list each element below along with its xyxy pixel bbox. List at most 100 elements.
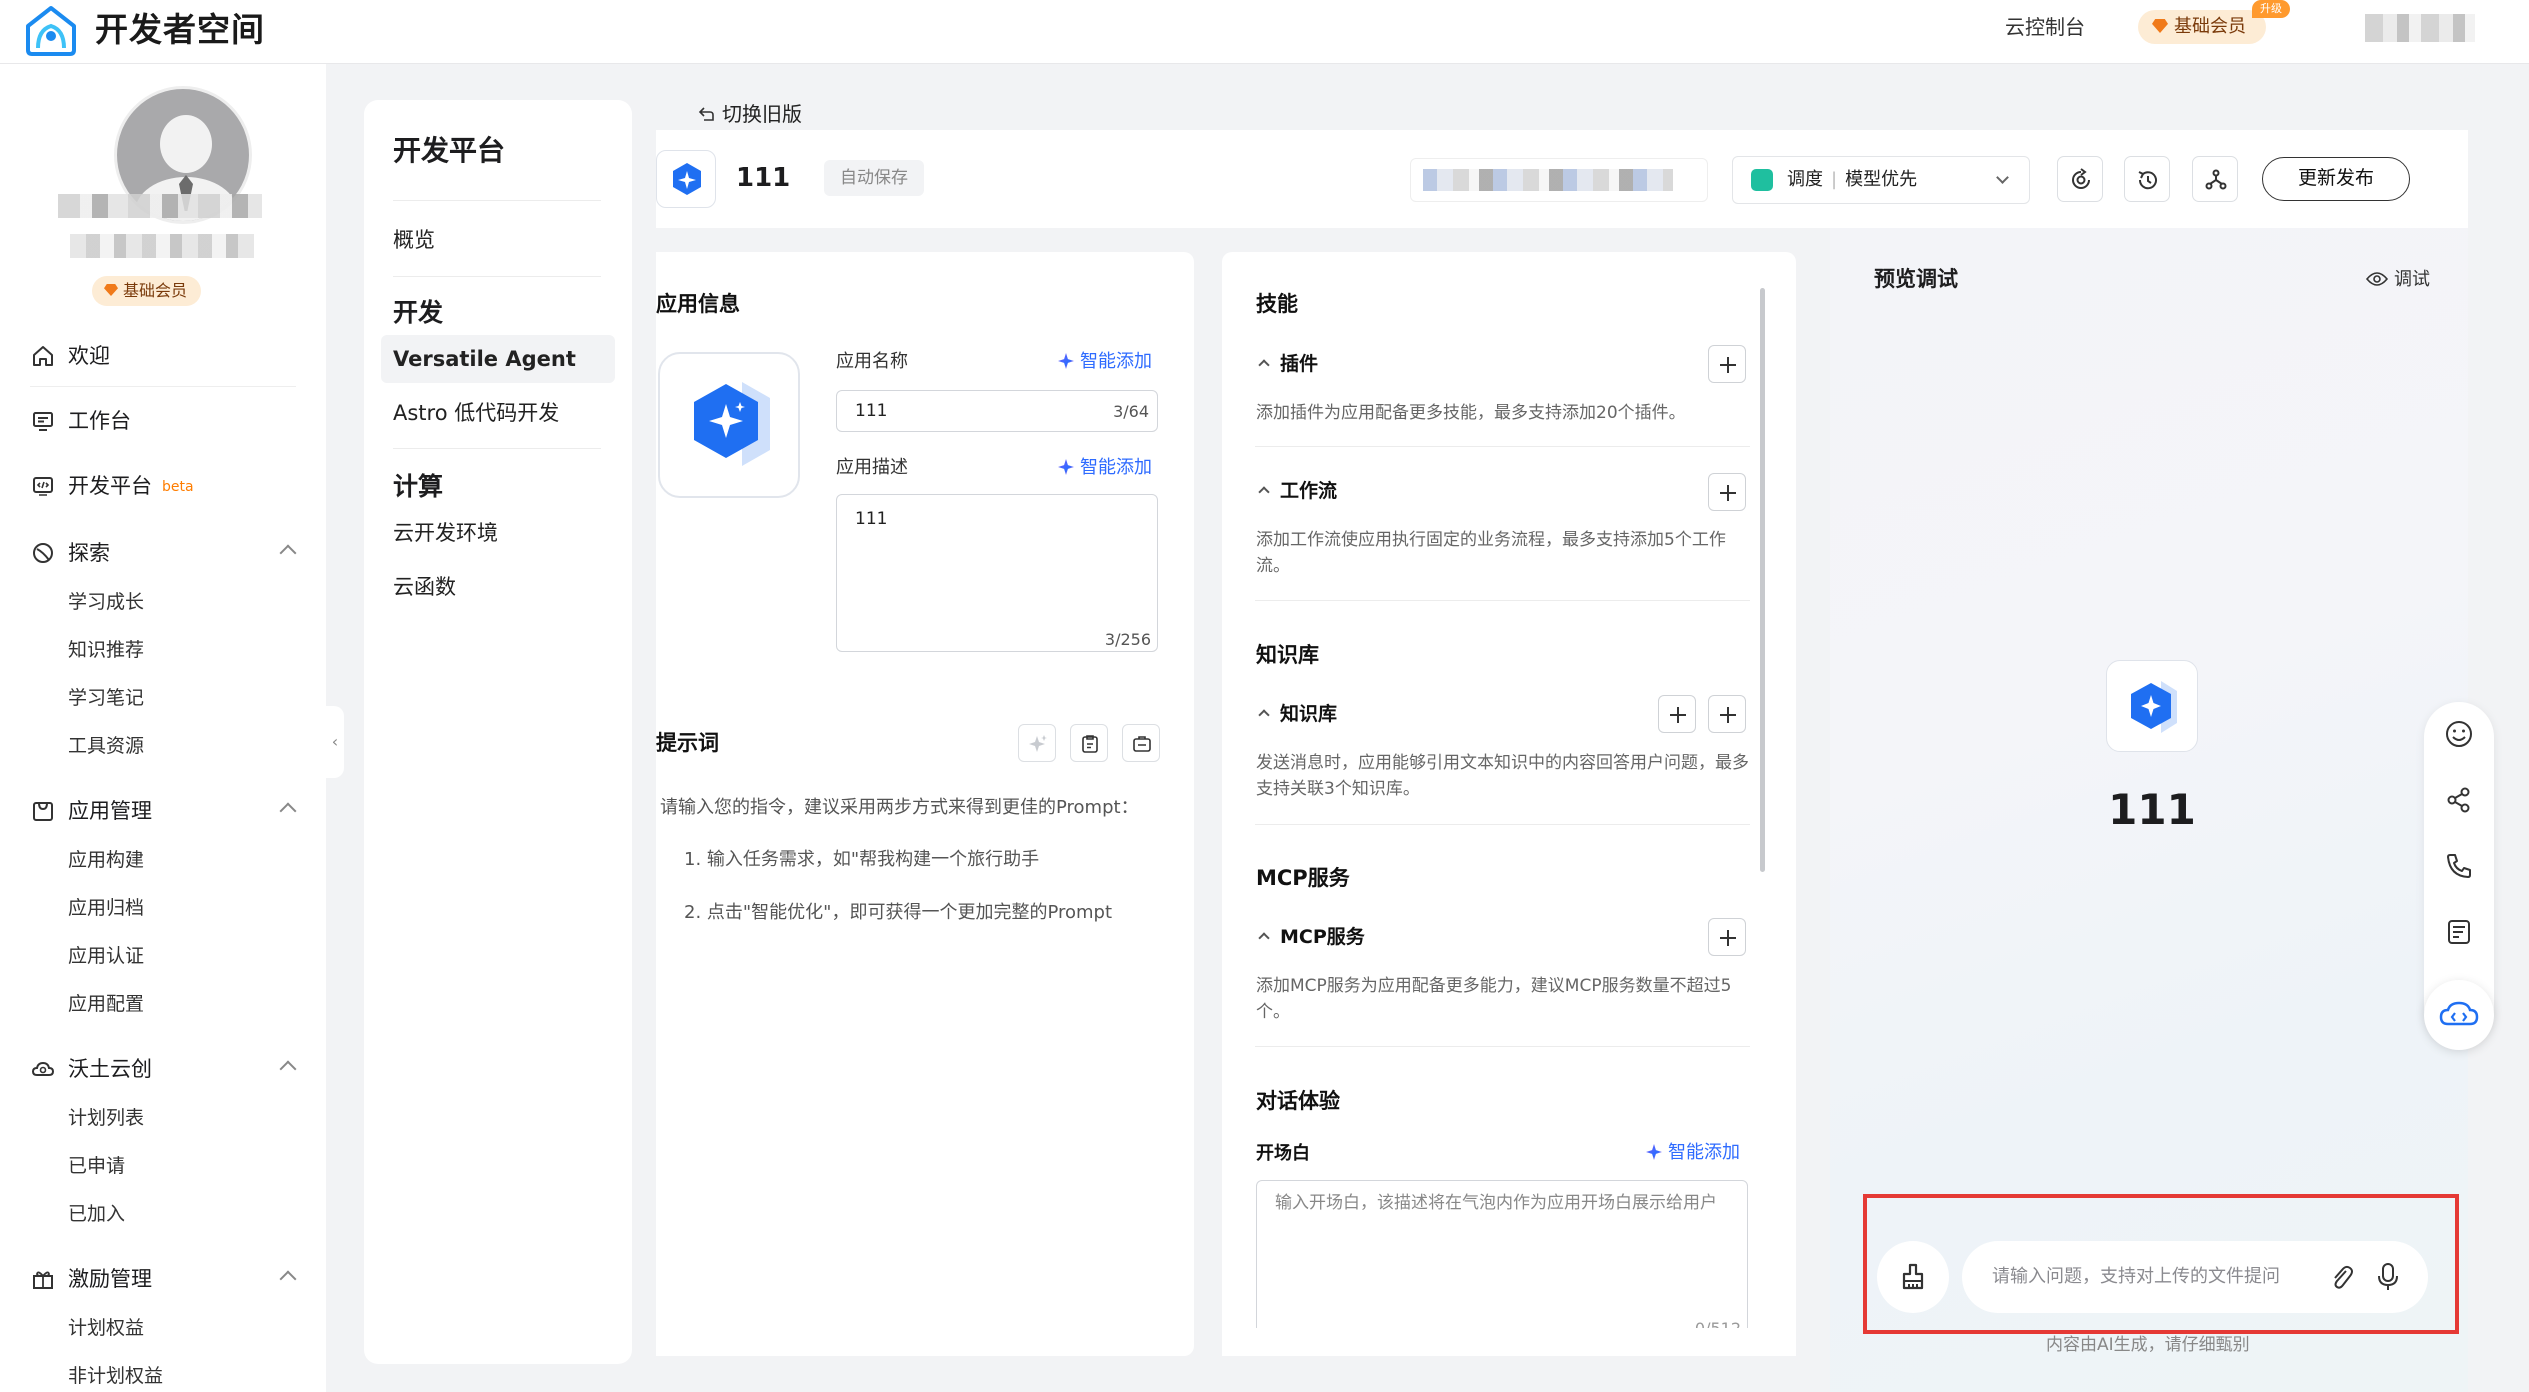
eye-icon	[2365, 272, 2389, 286]
brand-title[interactable]: 开发者空间	[95, 10, 265, 50]
sidebar-subitem[interactable]: 应用归档	[68, 890, 144, 926]
sidebar-group-incentive[interactable]: 激励管理	[30, 1259, 300, 1299]
member-badge[interactable]: 基础会员	[2138, 10, 2266, 44]
sidebar-subitem[interactable]: 计划权益	[68, 1310, 144, 1346]
sidebar-subitem[interactable]: 工具资源	[68, 728, 144, 764]
attachment-icon[interactable]	[2328, 1263, 2356, 1293]
add-plugin-button[interactable]	[1708, 345, 1746, 383]
share-icon[interactable]	[2441, 782, 2477, 818]
smile-icon[interactable]	[2441, 716, 2477, 752]
sidebar-item-welcome[interactable]: 欢迎	[30, 336, 300, 376]
model-selector-blurred[interactable]	[1410, 158, 1708, 202]
add-knowledge-button[interactable]	[1708, 695, 1746, 733]
switch-icon	[698, 107, 714, 121]
user-id-blurred	[70, 234, 254, 258]
knowledge-description: 发送消息时，应用能够引用文本知识中的内容回答用户问题，最多支持关联3个知识库。	[1256, 753, 1749, 799]
app-logo-icon	[673, 163, 701, 195]
mcp-section-toggle[interactable]: MCP服务	[1256, 922, 1365, 952]
app-icon[interactable]	[656, 150, 716, 208]
gift-icon	[33, 1271, 53, 1289]
sidebar-member-badge[interactable]: 基础会员	[92, 276, 202, 306]
sidebar-group-label: 沃土云创	[68, 1057, 152, 1081]
knowledge-section-toggle[interactable]: 知识库	[1256, 699, 1337, 729]
prompt-variable-button[interactable]	[1122, 724, 1160, 762]
logo-icon[interactable]	[24, 4, 78, 58]
dev-icon	[33, 477, 53, 496]
app-avatar-upload[interactable]	[658, 352, 800, 498]
divider	[393, 276, 601, 277]
sidebar-subitem[interactable]: 学习笔记	[68, 680, 144, 716]
chat-input-placeholder: 请输入问题，支持对上传的文件提问	[1992, 1266, 2280, 1287]
sidebar-subitem[interactable]: 应用构建	[68, 842, 144, 878]
app-name-input[interactable]: 111 3/64	[836, 390, 1158, 432]
sidebar-subitem[interactable]: 已申请	[68, 1148, 125, 1184]
app-name-counter: 3/64	[1113, 402, 1149, 421]
user-account-blurred[interactable]	[2365, 14, 2475, 42]
platform-nav-cloud-dev-env[interactable]: 云开发环境	[393, 515, 498, 551]
mode-label-a: 调度	[1787, 169, 1823, 190]
sidebar-subitem[interactable]: 计划列表	[68, 1100, 144, 1136]
sidebar-item-workbench[interactable]: 工作台	[30, 401, 300, 441]
chevron-up-icon[interactable]	[279, 1060, 297, 1078]
workflow-section-toggle[interactable]: 工作流	[1256, 476, 1337, 506]
smart-add-name-button[interactable]: 智能添加	[1058, 348, 1152, 376]
knowledge-settings-button[interactable]	[1658, 695, 1696, 733]
sidebar-item-label: 欢迎	[68, 344, 110, 368]
app-name-title: 111	[736, 163, 791, 193]
refresh-button[interactable]	[2057, 156, 2103, 202]
chevron-up-icon	[1258, 709, 1270, 721]
platform-nav-versatile-agent[interactable]: Versatile Agent	[393, 341, 576, 377]
sidebar-group-cloud[interactable]: 沃土云创	[30, 1049, 300, 1089]
sidebar-collapse-handle[interactable]: ‹	[326, 706, 344, 778]
chevron-up-icon[interactable]	[279, 544, 297, 562]
add-mcp-button[interactable]	[1708, 918, 1746, 956]
share-structure-button[interactable]	[2192, 156, 2238, 202]
platform-nav-overview[interactable]: 概览	[393, 222, 435, 258]
dialog-experience-title: 对话体验	[1256, 1089, 1340, 1113]
console-link[interactable]: 云控制台	[2005, 12, 2085, 42]
refresh-target-icon	[2072, 168, 2090, 189]
sidebar-subitem[interactable]: 应用配置	[68, 986, 144, 1022]
chevron-up-icon[interactable]	[279, 1270, 297, 1288]
platform-nav-title: 开发平台	[393, 134, 506, 167]
history-button[interactable]	[2124, 156, 2170, 202]
phone-icon[interactable]	[2441, 848, 2477, 884]
workflow-description: 添加工作流使应用执行固定的业务流程，最多支持添加5个工作流。	[1256, 530, 1726, 576]
platform-nav-dev-heading: 开发	[393, 298, 444, 327]
sidebar-subitem[interactable]: 应用认证	[68, 938, 144, 974]
smart-add-desc-button[interactable]: 智能添加	[1058, 454, 1152, 482]
cloud-code-button[interactable]	[2424, 980, 2494, 1050]
mode-label-b: 模型优先	[1845, 169, 1918, 190]
sidebar-item-label: 工作台	[68, 409, 131, 433]
ai-optimize-button[interactable]	[1018, 724, 1056, 762]
plugin-section-toggle[interactable]: 插件	[1256, 349, 1318, 379]
upgrade-tag[interactable]: 升级	[2252, 0, 2290, 18]
publish-button[interactable]: 更新发布	[2262, 157, 2410, 201]
switch-old-version-link[interactable]: 切换旧版	[696, 98, 802, 130]
sidebar-subitem[interactable]: 已加入	[68, 1196, 125, 1232]
platform-nav-cloud-function[interactable]: 云函数	[393, 569, 456, 605]
sidebar-subitem[interactable]: 知识推荐	[68, 632, 144, 668]
prompt-template-button[interactable]	[1070, 724, 1108, 762]
microphone-icon[interactable]	[2374, 1261, 2402, 1293]
mode-select[interactable]: 调度 | 模型优先	[1732, 156, 2030, 204]
sidebar-subitem[interactable]: 学习成长	[68, 584, 144, 620]
notes-icon[interactable]	[2441, 914, 2477, 950]
scrollbar[interactable]	[1760, 288, 1765, 872]
preview-app-icon	[2106, 660, 2198, 752]
platform-nav-astro[interactable]: Astro 低代码开发	[393, 395, 559, 431]
sidebar-item-dev-platform[interactable]: 开发平台 beta	[30, 466, 300, 506]
sidebar-group-app-manage[interactable]: 应用管理	[30, 791, 300, 831]
chat-input[interactable]: 请输入问题，支持对上传的文件提问	[1962, 1241, 2428, 1313]
clear-chat-button[interactable]	[1877, 1241, 1949, 1313]
chevron-up-icon[interactable]	[279, 802, 297, 820]
sidebar-group-label: 应用管理	[68, 799, 152, 823]
sidebar-subitem[interactable]: 非计划权益	[68, 1358, 163, 1392]
app-desc-textarea[interactable]: 111 3/256	[836, 494, 1158, 652]
smart-add-opening-button[interactable]: 智能添加	[1646, 1139, 1740, 1167]
add-workflow-button[interactable]	[1708, 473, 1746, 511]
broom-icon	[1902, 1263, 1924, 1290]
debug-toggle[interactable]: 调试	[2365, 266, 2430, 294]
sidebar-group-explore[interactable]: 探索	[30, 533, 300, 573]
knowledge-title: 知识库	[1256, 643, 1319, 667]
